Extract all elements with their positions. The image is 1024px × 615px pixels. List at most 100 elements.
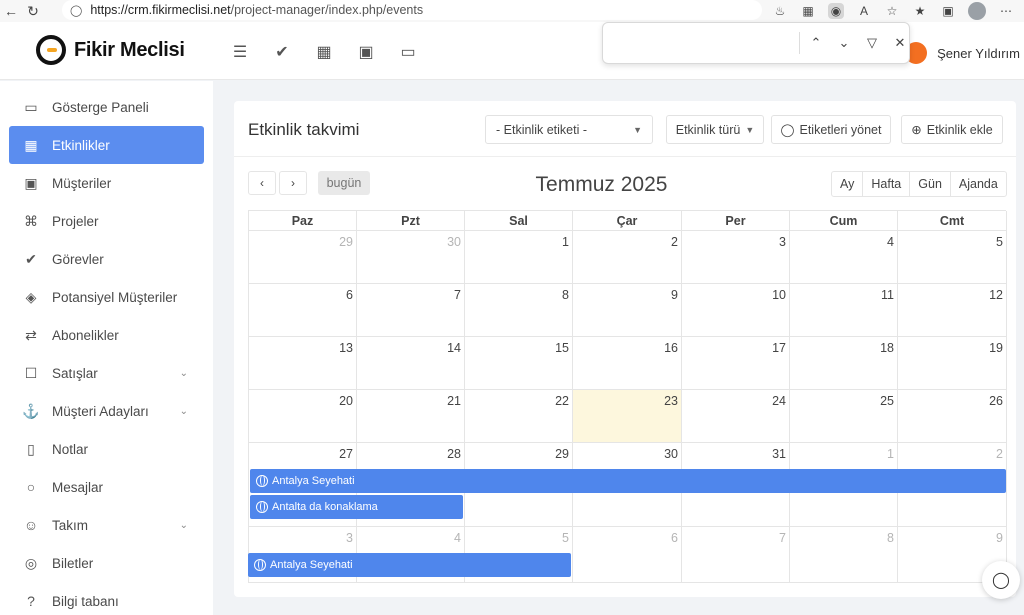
calendar-day[interactable]: 7	[682, 527, 790, 583]
day-number[interactable]: 31	[772, 447, 786, 461]
calendar-day[interactable]: 9	[573, 284, 682, 337]
translate-icon[interactable]: ◉	[828, 3, 844, 19]
sidebar-item[interactable]: ⚓ Müşteri Adayları ⌄	[9, 392, 204, 430]
manage-tags-button[interactable]: ◯ Etiketleri yönet	[771, 115, 891, 144]
day-number[interactable]: 26	[989, 394, 1003, 408]
calendar-day[interactable]: 22	[465, 390, 573, 443]
event-tag-select[interactable]: - Etkinlik etiketi - ▼	[485, 115, 653, 144]
day-number[interactable]: 7	[454, 288, 461, 302]
menu-icon[interactable]: ☰	[228, 40, 252, 64]
day-number[interactable]: 9	[996, 531, 1003, 545]
collections-icon[interactable]: ▣	[940, 3, 956, 19]
day-number[interactable]: 14	[447, 341, 461, 355]
day-number[interactable]: 1	[562, 235, 569, 249]
calendar-day[interactable]: 26	[898, 390, 1007, 443]
calendar-day[interactable]: 5	[898, 231, 1007, 284]
day-number[interactable]: 15	[555, 341, 569, 355]
calendar-day[interactable]: 11	[790, 284, 898, 337]
calendar-day[interactable]: 4	[790, 231, 898, 284]
day-number[interactable]: 8	[887, 531, 894, 545]
day-number[interactable]: 22	[555, 394, 569, 408]
day-number[interactable]: 21	[447, 394, 461, 408]
chevron-down-icon[interactable]: ⌄	[834, 32, 854, 54]
day-number[interactable]: 4	[887, 235, 894, 249]
day-number[interactable]: 10	[772, 288, 786, 302]
calendar-day[interactable]: 24	[682, 390, 790, 443]
day-number[interactable]: 30	[664, 447, 678, 461]
sidebar-item[interactable]: ▯ Notlar	[9, 430, 204, 468]
day-number[interactable]: 2	[671, 235, 678, 249]
favorites-list-icon[interactable]: ★	[912, 3, 928, 19]
calendar-day[interactable]: 10	[682, 284, 790, 337]
calendar-day[interactable]: 13	[249, 337, 357, 390]
day-number[interactable]: 16	[664, 341, 678, 355]
day-number[interactable]: 6	[346, 288, 353, 302]
sidebar-item[interactable]: ◈ Potansiyel Müşteriler	[9, 278, 204, 316]
today-button[interactable]: bugün	[318, 171, 370, 195]
sidebar-item[interactable]: ☺ Takım ⌄	[9, 506, 204, 544]
chat-button[interactable]: ◯	[982, 561, 1020, 599]
day-number[interactable]: 24	[772, 394, 786, 408]
day-number[interactable]: 28	[447, 447, 461, 461]
grid-icon[interactable]: ▦	[312, 40, 336, 64]
day-number[interactable]: 2	[996, 447, 1003, 461]
view-month-button[interactable]: Ay	[832, 172, 864, 196]
day-number[interactable]: 11	[881, 288, 894, 302]
day-number[interactable]: 29	[555, 447, 569, 461]
sidebar-item[interactable]: ▭ Gösterge Paneli	[9, 88, 204, 126]
calendar-day[interactable]: 29	[249, 231, 357, 284]
briefcase-icon[interactable]: ▣	[354, 40, 378, 64]
day-number[interactable]: 1	[887, 447, 894, 461]
calendar-day[interactable]: 6	[573, 527, 682, 583]
calendar-day[interactable]: 6	[249, 284, 357, 337]
check-circle-icon[interactable]: ✔	[270, 40, 294, 64]
view-day-button[interactable]: Gün	[910, 172, 951, 196]
calendar-day[interactable]: 15	[465, 337, 573, 390]
calendar-event[interactable]: Antalta da konaklama	[250, 495, 463, 519]
logo[interactable]: Fikir Meclisi	[36, 35, 185, 65]
sidebar-item[interactable]: ✔ Görevler	[9, 240, 204, 278]
back-icon[interactable]: ←	[0, 0, 22, 22]
calendar-day[interactable]: 14	[357, 337, 465, 390]
chevron-down-icon[interactable]: ⌄	[180, 406, 188, 417]
find-input[interactable]	[613, 32, 783, 54]
sidebar-item[interactable]: ? Bilgi tabanı	[9, 582, 204, 615]
sidebar-item[interactable]: ○ Mesajlar	[9, 468, 204, 506]
calendar-day[interactable]: 3	[682, 231, 790, 284]
calendar-event[interactable]: Antalya Seyehati	[248, 553, 571, 577]
calendar-day-today[interactable]: 23	[573, 390, 682, 443]
close-icon[interactable]: ✕	[890, 32, 910, 54]
sidebar-item[interactable]: ▦ Etkinlikler	[9, 126, 204, 164]
day-number[interactable]: 7	[779, 531, 786, 545]
view-agenda-button[interactable]: Ajanda	[951, 172, 1006, 196]
day-number[interactable]: 17	[772, 341, 786, 355]
reload-icon[interactable]: ↻	[22, 0, 44, 22]
day-number[interactable]: 6	[671, 531, 678, 545]
sidebar-item[interactable]: ▣ Müşteriler	[9, 164, 204, 202]
day-number[interactable]: 25	[880, 394, 894, 408]
calendar-day[interactable]: 8	[465, 284, 573, 337]
read-aloud-icon[interactable]: A	[856, 3, 872, 19]
day-number[interactable]: 19	[989, 341, 1003, 355]
sidebar-item[interactable]: ☐ Satışlar ⌄	[9, 354, 204, 392]
calendar-day[interactable]: 7	[357, 284, 465, 337]
calendar-day[interactable]: 30	[357, 231, 465, 284]
calendar-day[interactable]: 25	[790, 390, 898, 443]
bell-icon[interactable]: ♨	[772, 3, 788, 19]
calendar-day[interactable]: 12	[898, 284, 1007, 337]
profile-avatar[interactable]	[968, 2, 986, 20]
sidebar-item[interactable]: ◎ Biletler	[9, 544, 204, 582]
calendar-day[interactable]: 18	[790, 337, 898, 390]
calendar-day[interactable]: 21	[357, 390, 465, 443]
calendar-day[interactable]: 17	[682, 337, 790, 390]
day-number[interactable]: 30	[447, 235, 461, 249]
day-number[interactable]: 12	[989, 288, 1003, 302]
chevron-down-icon[interactable]: ⌄	[180, 520, 188, 531]
event-type-button[interactable]: Etkinlik türü ▼	[666, 115, 764, 144]
sidebar-item[interactable]: ⌘ Projeler	[9, 202, 204, 240]
favorite-icon[interactable]: ☆	[884, 3, 900, 19]
day-number[interactable]: 13	[339, 341, 353, 355]
day-number[interactable]: 3	[779, 235, 786, 249]
app-icon[interactable]: ▦	[800, 3, 816, 19]
calendar-day[interactable]: 16	[573, 337, 682, 390]
